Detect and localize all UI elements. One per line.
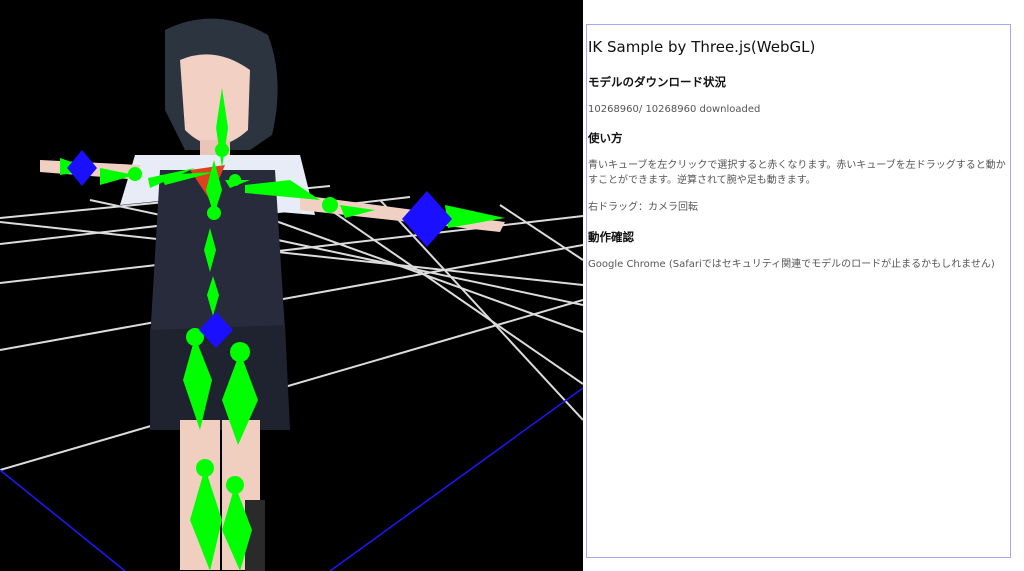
webgl-viewport[interactable]: [0, 0, 583, 571]
left-hand-effector[interactable]: [67, 150, 97, 186]
camera-text: 右ドラッグ：カメラ回転: [588, 202, 698, 213]
page-title: IK Sample by Three.js(WebGL): [588, 38, 816, 56]
boundary-lines: [0, 387, 583, 571]
download-heading: モデルのダウンロード状況: [588, 75, 726, 89]
download-status: 10268960/ 10268960 downloaded: [588, 104, 761, 115]
info-panel: IK Sample by Three.js(WebGL) モデルのダウンロード状…: [586, 24, 1011, 558]
usage-heading: 使い方: [588, 131, 623, 145]
usage-text: 青いキューブを左クリックで選択すると赤くなります。赤いキューブを左ドラッグすると…: [588, 160, 1006, 186]
compat-heading: 動作確認: [588, 230, 634, 244]
compat-text: Google Chrome (Safariではセキュリティ関連でモデルのロードが…: [588, 259, 995, 270]
right-hand-effector[interactable]: [402, 191, 452, 247]
scene-canvas[interactable]: [0, 0, 583, 571]
character-model: [40, 18, 505, 571]
